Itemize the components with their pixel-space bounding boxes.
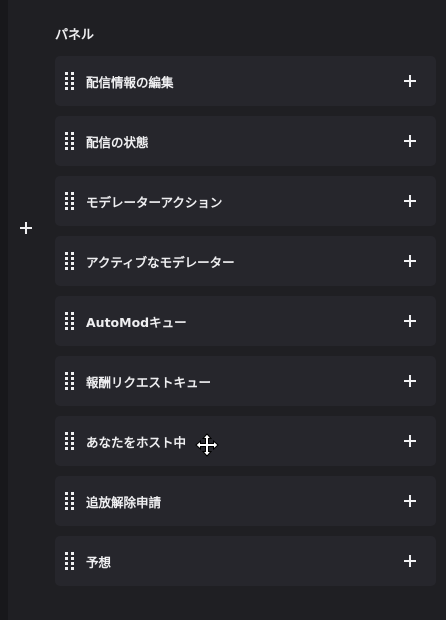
section-title: パネル (55, 28, 95, 43)
drag-handle-icon[interactable] (65, 132, 74, 150)
left-edge-strip (0, 0, 8, 620)
drag-handle-icon[interactable] (65, 252, 74, 270)
panel-item-label: AutoModキュー (86, 314, 187, 330)
add-panel-button[interactable] (15, 217, 37, 239)
plus-icon (404, 375, 416, 387)
drag-handle-icon[interactable] (65, 552, 74, 570)
drag-handle-icon[interactable] (65, 72, 74, 90)
add-panel-item-button[interactable] (402, 193, 418, 209)
panel-item-label: あなたをホスト中 (86, 434, 187, 450)
plus-icon (404, 315, 416, 327)
add-panel-item-button[interactable] (402, 553, 418, 569)
drag-handle-icon[interactable] (65, 192, 74, 210)
panel-item[interactable]: モデレーターアクション (55, 176, 436, 226)
plus-icon (404, 75, 416, 87)
plus-icon (20, 222, 32, 234)
add-panel-item-button[interactable] (402, 253, 418, 269)
panel-item[interactable]: アクティブなモデレーター (55, 236, 436, 286)
panel-item[interactable]: 配信の状態 (55, 116, 436, 166)
panel-item[interactable]: 報酬リクエストキュー (55, 356, 436, 406)
add-panel-item-button[interactable] (402, 133, 418, 149)
panel-list: 配信情報の編集 配信の状態モデレーターアクション アクティブなモデレーター AutoM… (55, 56, 436, 586)
panel-item[interactable]: 追放解除申請 (55, 476, 436, 526)
panel-item-label: 配信の状態 (86, 134, 149, 150)
panel-editor: パネル 配信情報の編集 配信の状態モデレーターアクション アクティブなモデレーター A… (0, 0, 446, 620)
plus-icon (404, 495, 416, 507)
plus-icon (404, 135, 416, 147)
panel-item-label: 報酬リクエストキュー (86, 374, 212, 390)
panel-item-label: 追放解除申請 (86, 494, 162, 510)
panel-item[interactable]: あなたをホスト中 (55, 416, 436, 466)
drag-handle-icon[interactable] (65, 372, 74, 390)
add-panel-item-button[interactable] (402, 73, 418, 89)
panel-item-label: アクティブなモデレーター (86, 254, 235, 270)
plus-icon (404, 195, 416, 207)
panel-item-label: 配信情報の編集 (86, 74, 174, 90)
drag-handle-icon[interactable] (65, 432, 74, 450)
panel-section: パネル 配信情報の編集 配信の状態モデレーターアクション アクティブなモデレーター A… (55, 26, 436, 596)
plus-icon (404, 435, 416, 447)
add-panel-item-button[interactable] (402, 493, 418, 509)
drag-handle-icon[interactable] (65, 312, 74, 330)
plus-icon (404, 255, 416, 267)
panel-item[interactable]: 配信情報の編集 (55, 56, 436, 106)
add-panel-item-button[interactable] (402, 433, 418, 449)
panel-item-label: 予想 (86, 554, 112, 570)
add-panel-item-button[interactable] (402, 373, 418, 389)
add-panel-item-button[interactable] (402, 313, 418, 329)
panel-item[interactable]: AutoModキュー (55, 296, 436, 346)
plus-icon (404, 555, 416, 567)
panel-item[interactable]: 予想 (55, 536, 436, 586)
panel-item-label: モデレーターアクション (86, 194, 223, 210)
drag-handle-icon[interactable] (65, 492, 74, 510)
